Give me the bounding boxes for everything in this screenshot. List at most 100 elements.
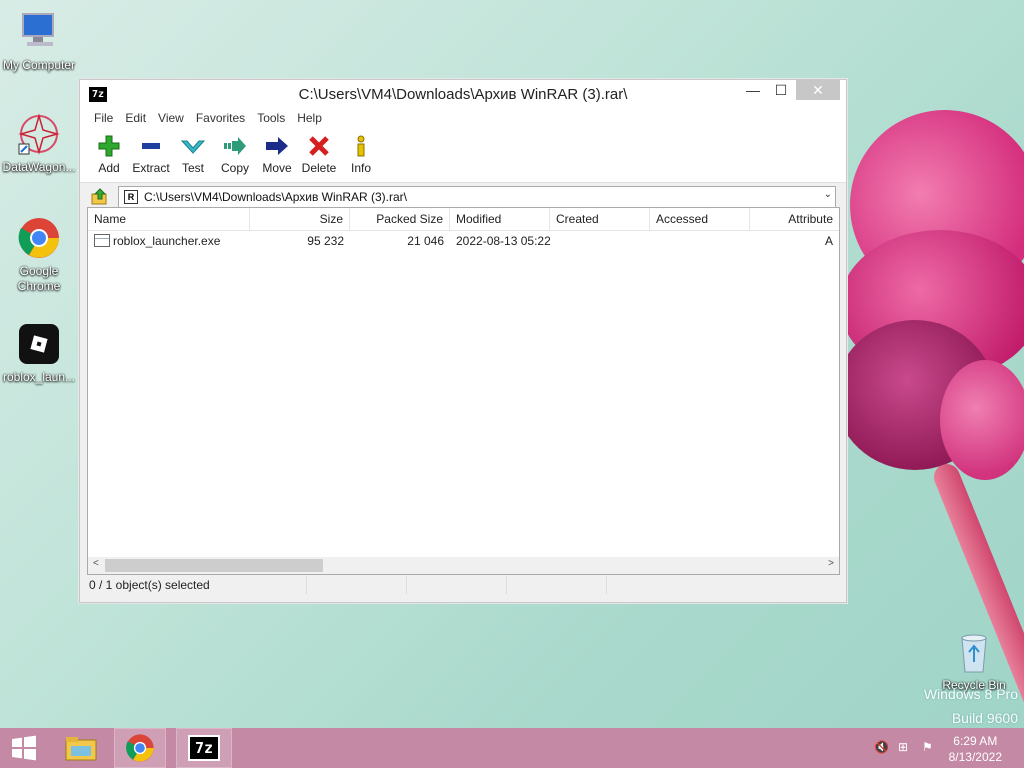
test-label: Test (181, 161, 204, 175)
scroll-left-icon[interactable]: < (93, 558, 99, 569)
minimize-button[interactable]: — (738, 80, 768, 100)
clock-time: 6:29 AM (953, 734, 998, 748)
check-icon (181, 140, 205, 154)
file-name: roblox_launcher.exe (113, 234, 221, 248)
file-modified: 2022-08-13 05:22 (456, 234, 550, 248)
taskbar: 7z 🔇 ⊞ ⚑ 6:29 AM 8/13/2022 (0, 728, 1024, 768)
column-modified[interactable]: Modified (450, 208, 550, 230)
info-label: Info (350, 161, 371, 175)
roblox-icon (17, 322, 61, 366)
window-title: C:\Users\VM4\Downloads\Архив WinRAR (3).… (298, 86, 628, 103)
status-cell (507, 576, 607, 594)
menu-bar: File Edit View Favorites Tools Help (80, 108, 846, 130)
scroll-right-icon[interactable]: > (828, 558, 834, 569)
file-size: 95 232 (307, 234, 344, 248)
desktop-icon-recycle-bin[interactable]: Recycle Bin (936, 630, 1012, 693)
toolbar: Add Extract Test Copy Move Delete Info (80, 130, 846, 183)
file-list: Name Size Packed Size Modified Created A… (87, 207, 840, 575)
address-bar: R C:\Users\VM4\Downloads\Архив WinRAR (3… (80, 183, 846, 210)
column-name[interactable]: Name (88, 208, 250, 230)
scroll-thumb[interactable] (105, 559, 323, 572)
desktop-icon-my-computer[interactable]: My Computer (1, 10, 77, 73)
add-label: Add (98, 161, 120, 175)
column-headers: Name Size Packed Size Modified Created A… (88, 208, 839, 231)
status-selection: 0 / 1 object(s) selected (87, 576, 307, 594)
column-size[interactable]: Size (250, 208, 350, 230)
info-icon (357, 135, 365, 157)
computer-icon (17, 10, 61, 54)
maximize-button[interactable]: ☐ (766, 80, 796, 100)
desktop-icon-google-chrome[interactable]: Google Chrome (1, 216, 77, 294)
status-cell (307, 576, 407, 594)
status-cell (407, 576, 507, 594)
plus-icon (98, 135, 120, 157)
move-button[interactable]: Move (256, 130, 298, 182)
recycle-bin-icon (952, 630, 996, 674)
desktop-icon-roblox-launcher[interactable]: roblox_laun... (1, 322, 77, 385)
extract-button[interactable]: Extract (130, 130, 172, 182)
taskbar-7zip[interactable]: 7z (176, 728, 232, 768)
minus-icon (142, 143, 160, 149)
arrow-right-icon (266, 137, 288, 155)
menu-tools[interactable]: Tools (251, 108, 291, 130)
menu-file[interactable]: File (88, 108, 119, 130)
copy-label: Copy (220, 161, 249, 175)
title-bar[interactable]: 7z C:\Users\VM4\Downloads\Архив WinRAR (… (80, 80, 846, 108)
desktop-icon-label: My Computer (2, 58, 76, 72)
start-button[interactable] (0, 728, 48, 768)
status-bar: 0 / 1 object(s) selected (87, 576, 838, 594)
folder-icon (65, 737, 97, 761)
menu-help[interactable]: Help (291, 108, 328, 130)
network-icon[interactable]: ⊞ (898, 740, 908, 754)
column-packed-size[interactable]: Packed Size (350, 208, 450, 230)
info-button[interactable]: Info (340, 130, 382, 182)
column-attribute[interactable]: Attribute (750, 208, 839, 230)
archive-icon: R (124, 189, 138, 204)
move-label: Move (262, 161, 292, 175)
action-center-flag-icon[interactable]: ⚑ (922, 740, 933, 754)
x-icon (309, 136, 329, 156)
table-row[interactable]: roblox_launcher.exe 95 232 21 046 2022-0… (88, 231, 839, 251)
flower-stem (930, 460, 1024, 749)
watermark-edition: Windows 8 Pro (923, 686, 1018, 702)
desktop-icon-label: DataWagon... (2, 160, 76, 174)
desktop-icon-label: roblox_laun... (2, 370, 76, 384)
menu-view[interactable]: View (152, 108, 190, 130)
horizontal-scrollbar[interactable]: < > (88, 557, 839, 574)
test-button[interactable]: Test (172, 130, 214, 182)
desktop-icon-label: Google Chrome (17, 264, 61, 293)
extract-label: Extract (132, 161, 170, 175)
taskbar-file-explorer[interactable] (57, 728, 105, 768)
desktop-icon-datawagon[interactable]: DataWagon... (1, 112, 77, 175)
close-button[interactable]: ✕ (796, 80, 840, 100)
watermark-build: Build 9600 (951, 710, 1018, 726)
clock-date: 8/13/2022 (948, 750, 1002, 764)
taskbar-chrome[interactable] (114, 728, 166, 768)
file-packed-size: 21 046 (407, 234, 444, 248)
column-accessed[interactable]: Accessed (650, 208, 750, 230)
chrome-icon (126, 734, 154, 762)
windows-logo-icon (12, 735, 36, 761)
copy-button[interactable]: Copy (214, 130, 256, 182)
flower-petal (940, 360, 1024, 480)
chrome-icon (17, 216, 61, 260)
double-arrow-icon (224, 137, 246, 155)
column-created[interactable]: Created (550, 208, 650, 230)
menu-favorites[interactable]: Favorites (190, 108, 251, 130)
speaker-muted-icon[interactable]: 🔇 (874, 740, 889, 754)
clock[interactable]: 6:29 AM 8/13/2022 (949, 733, 1002, 765)
delete-button[interactable]: Delete (298, 130, 340, 182)
chevron-down-icon[interactable]: ⌄ (824, 189, 832, 200)
menu-edit[interactable]: Edit (119, 108, 152, 130)
up-folder-button[interactable] (90, 187, 110, 207)
folder-up-icon (91, 187, 107, 204)
datawagon-icon (17, 112, 61, 156)
delete-label: Delete (301, 161, 337, 175)
file-attribute: A (824, 234, 833, 248)
file-manager-window: 7z C:\Users\VM4\Downloads\Архив WinRAR (… (79, 79, 847, 603)
address-field[interactable]: R C:\Users\VM4\Downloads\Архив WinRAR (3… (118, 185, 836, 208)
exe-file-icon (94, 234, 110, 247)
app-7z-icon: 7z (188, 735, 220, 761)
address-path: C:\Users\VM4\Downloads\Архив WinRAR (3).… (144, 189, 408, 204)
add-button[interactable]: Add (88, 130, 130, 182)
